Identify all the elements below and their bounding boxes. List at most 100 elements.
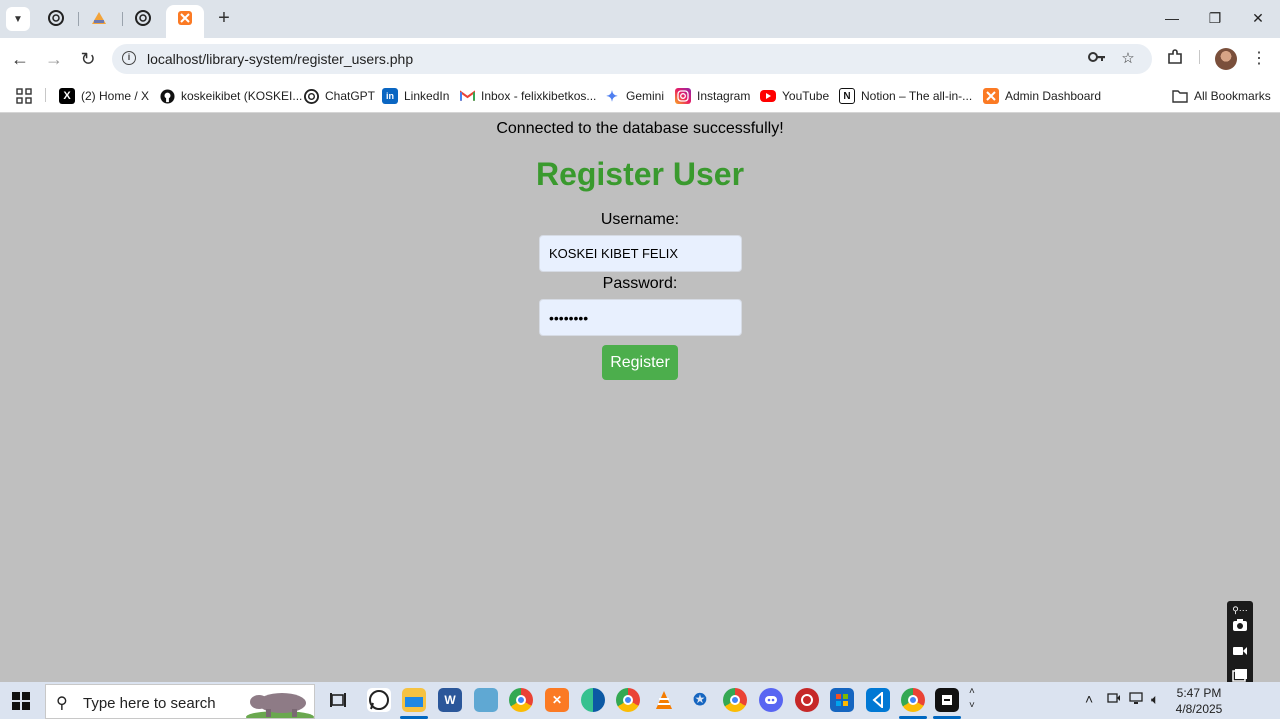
reload-button[interactable]: ↻: [77, 48, 99, 70]
discord-icon[interactable]: [759, 688, 783, 712]
bookmark-gemini[interactable]: ✦ Gemini: [604, 86, 664, 106]
chrome-profile-icon[interactable]: [616, 688, 640, 712]
record-icon[interactable]: [795, 688, 819, 712]
bookmark-github[interactable]: koskeikibet (KOSKEI...: [159, 86, 302, 106]
bookmark-chatgpt[interactable]: ChatGPT: [303, 86, 375, 106]
new-tab-button[interactable]: +: [214, 8, 234, 28]
xampp-icon[interactable]: ✕: [545, 688, 569, 712]
bookmark-label: YouTube: [782, 89, 830, 103]
word-icon[interactable]: W: [438, 688, 462, 712]
clock-date: 4/8/2025: [1175, 702, 1223, 716]
github-icon: [159, 88, 175, 104]
bookmark-notion[interactable]: N Notion – The all-in-...: [839, 86, 972, 106]
bookmark-label: Admin Dashboard: [1005, 89, 1102, 103]
capture-options-icon[interactable]: ⚲⋯: [1231, 601, 1249, 619]
bookmark-label: (2) Home / X: [81, 89, 150, 103]
gmail-icon: [459, 88, 475, 104]
db-status-message: Connected to the database successfully!: [496, 120, 784, 137]
page-title: Register User: [535, 156, 745, 192]
back-button[interactable]: ←: [9, 48, 31, 70]
profile-avatar[interactable]: [1215, 48, 1237, 70]
chrome-icon[interactable]: [509, 688, 533, 712]
tab-separator: [78, 12, 79, 26]
microsoft-store-icon[interactable]: [830, 688, 854, 712]
bookmark-x[interactable]: X (2) Home / X: [59, 86, 149, 106]
bookmark-linkedin[interactable]: in LinkedIn: [382, 86, 449, 106]
meet-now-icon[interactable]: [1107, 691, 1121, 708]
app-store-icon[interactable]: ✪: [688, 688, 712, 712]
file-explorer-icon[interactable]: [402, 688, 426, 712]
tab-separator: [122, 12, 123, 26]
app-icon[interactable]: [474, 688, 498, 712]
bookmark-youtube[interactable]: YouTube: [760, 86, 829, 106]
notion-icon: N: [839, 88, 855, 104]
browser-toolbar: ← → ↻ i localhost/library-system/registe…: [0, 38, 1280, 80]
chatgpt-tab-icon[interactable]: [47, 9, 65, 27]
linkedin-icon: in: [382, 88, 398, 104]
all-bookmarks[interactable]: All Bookmarks: [1172, 86, 1271, 106]
username-input[interactable]: [539, 235, 742, 272]
network-icon[interactable]: [1129, 691, 1145, 708]
chatgpt-icon: [303, 88, 319, 104]
clock-time: 5:47 PM: [1176, 686, 1222, 700]
xampp-icon: [983, 88, 999, 104]
vscode-icon[interactable]: [866, 688, 890, 712]
hippo-illustration-icon: [246, 693, 314, 718]
restore-button[interactable]: ❐: [1203, 8, 1227, 28]
folder-icon: [1172, 88, 1188, 104]
bookmark-label: Inbox - felixkibetkos...: [481, 89, 597, 103]
password-input[interactable]: [539, 299, 742, 336]
bookmarks-separator: [45, 88, 46, 102]
bookmark-star-icon[interactable]: ☆: [1118, 49, 1138, 69]
chrome-active-icon[interactable]: [901, 688, 925, 712]
bookmark-label: Notion – The all-in-...: [861, 89, 973, 103]
username-label: Username:: [600, 211, 680, 228]
minimize-button[interactable]: —: [1160, 8, 1184, 28]
site-info-icon[interactable]: i: [122, 51, 136, 65]
close-button[interactable]: ✕: [1246, 8, 1270, 28]
bookmark-gmail[interactable]: Inbox - felixkibetkos...: [459, 86, 596, 106]
apps-grid-icon[interactable]: [16, 86, 32, 106]
camera-icon[interactable]: [1231, 618, 1249, 636]
bookmark-label: Instagram: [697, 89, 751, 103]
address-bar[interactable]: i localhost/library-system/register_user…: [112, 44, 1152, 74]
windows-start-icon[interactable]: [12, 692, 30, 710]
tab-strip: ▼ + — ❐ ✕: [0, 0, 1280, 38]
instagram-icon: [675, 88, 691, 104]
task-view-icon[interactable]: [326, 688, 350, 712]
forward-button[interactable]: →: [43, 48, 65, 70]
password-label: Password:: [602, 275, 678, 292]
xampp-icon: [176, 9, 194, 27]
page-content: Connected to the database successfully! …: [0, 113, 1280, 682]
bookmark-admin-dashboard[interactable]: Admin Dashboard: [983, 86, 1101, 106]
gemini-icon: ✦: [606, 87, 618, 104]
show-hidden-icons-icon[interactable]: ˄: [1085, 691, 1093, 707]
youtube-icon: [760, 90, 776, 102]
bookmark-label: ChatGPT: [325, 89, 376, 103]
taskbar-search-box[interactable]: ⚲ Type here to search: [45, 684, 315, 719]
vlc-icon[interactable]: [652, 688, 676, 712]
video-record-icon[interactable]: [1231, 643, 1249, 661]
tab-search-button[interactable]: ▼: [6, 7, 30, 31]
volume-icon[interactable]: 🔈︎: [1151, 691, 1159, 708]
register-button[interactable]: Register: [602, 345, 678, 380]
password-key-icon[interactable]: [1087, 49, 1107, 69]
search-placeholder: Type here to search: [83, 695, 216, 712]
active-tab[interactable]: [166, 5, 204, 38]
chatgpt-tab-icon[interactable]: [134, 9, 152, 27]
extensions-icon[interactable]: [1164, 48, 1186, 70]
taskbar-scroll-icon[interactable]: ˄ ˅: [969, 685, 975, 713]
url-text[interactable]: localhost/library-system/register_users.…: [147, 51, 413, 67]
all-bookmarks-label: All Bookmarks: [1194, 89, 1271, 103]
chrome-profile-icon[interactable]: [723, 688, 747, 712]
edge-icon[interactable]: [581, 688, 605, 712]
terminal-app-icon[interactable]: [935, 688, 959, 712]
bookmarks-bar: X (2) Home / X koskeikibet (KOSKEI... Ch…: [0, 80, 1280, 113]
bookmark-label: Gemini: [626, 89, 665, 103]
system-clock[interactable]: 5:47 PM 4/8/2025: [1170, 685, 1228, 717]
whatsapp-icon[interactable]: [367, 688, 391, 712]
phpmyadmin-tab-icon[interactable]: [90, 9, 108, 27]
bookmark-instagram[interactable]: Instagram: [675, 86, 750, 106]
toolbar-separator: [1199, 50, 1200, 64]
browser-menu-icon[interactable]: ⋮: [1248, 48, 1270, 70]
